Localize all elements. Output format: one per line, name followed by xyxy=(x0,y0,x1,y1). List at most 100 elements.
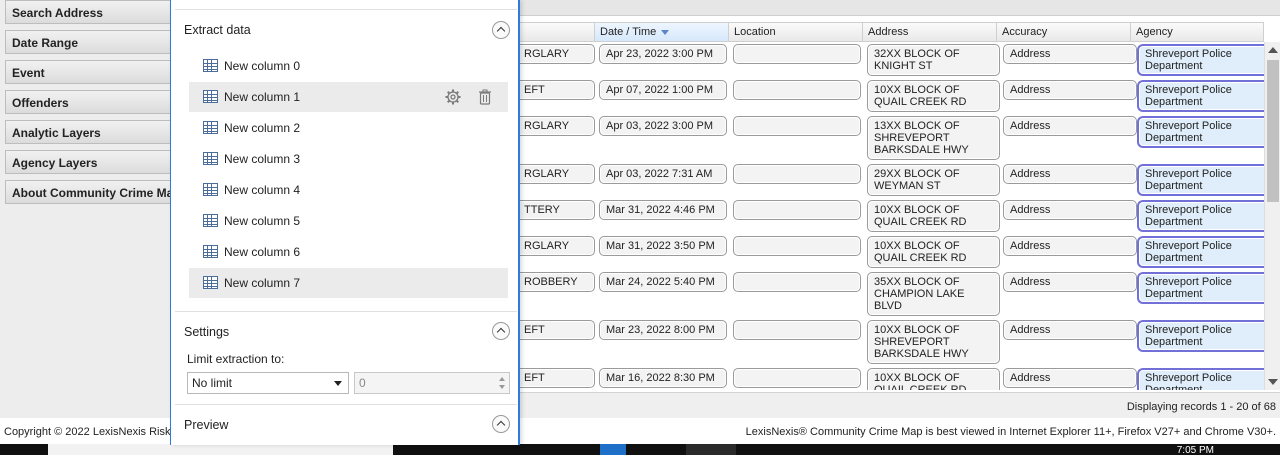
column-header-date-time[interactable]: Date / Time xyxy=(595,22,729,42)
location-cell xyxy=(733,272,861,292)
address-cell: 35XX BLOCK OF CHAMPION LAKE BLVD xyxy=(867,272,1000,316)
table-column-icon xyxy=(203,276,218,289)
table-column-icon xyxy=(203,214,218,227)
accuracy-cell: Address xyxy=(1003,200,1137,220)
taskbar-app-icon[interactable] xyxy=(600,444,626,455)
column-header-address[interactable]: Address xyxy=(863,22,997,42)
column-item-4[interactable]: New column 4 xyxy=(189,175,508,205)
nav-search-address[interactable]: Search Address xyxy=(5,0,180,24)
table-row[interactable]: TTERY Mar 31, 2022 4:46 PM 10XX BLOCK OF… xyxy=(519,198,1264,234)
nav-offenders[interactable]: Offenders xyxy=(5,90,180,114)
date-cell: Mar 31, 2022 3:50 PM xyxy=(599,236,727,256)
accuracy-cell: Address xyxy=(1003,80,1137,100)
agency-cell: Shreveport Police Department xyxy=(1137,272,1264,304)
collapse-extract-button[interactable] xyxy=(492,21,510,39)
address-cell: 32XX BLOCK OF KNIGHT ST xyxy=(867,44,1000,76)
limit-select-value: No limit xyxy=(192,376,233,390)
column-label: New column 7 xyxy=(224,276,301,290)
location-cell xyxy=(733,320,861,340)
taskbar-app-icon[interactable] xyxy=(686,444,736,455)
limit-extraction-label: Limit extraction to: xyxy=(187,352,285,366)
scroll-thumb[interactable] xyxy=(1267,60,1279,202)
date-cell: Apr 23, 2022 3:00 PM xyxy=(599,44,727,64)
location-cell xyxy=(733,164,861,184)
agency-cell: Shreveport Police Department xyxy=(1137,116,1264,148)
taskbar-clock: 7:05 PM xyxy=(1176,445,1214,455)
event-cell: TTERY xyxy=(519,200,595,220)
limit-number-placeholder: 0 xyxy=(359,376,366,390)
table-row[interactable]: ROBBERY Mar 24, 2022 5:40 PM 35XX BLOCK … xyxy=(519,270,1264,318)
table-column-icon xyxy=(203,90,218,103)
date-cell: Apr 03, 2022 3:00 PM xyxy=(599,116,727,136)
column-item-6[interactable]: New column 6 xyxy=(189,237,508,267)
taskbar: 7:05 PM xyxy=(0,444,1280,455)
left-nav: Search Address Date Range Event Offender… xyxy=(0,0,180,418)
gear-icon[interactable] xyxy=(445,89,461,105)
accuracy-cell: Address xyxy=(1003,164,1137,184)
trash-icon[interactable] xyxy=(477,89,493,105)
grid-toolbar xyxy=(519,0,1280,16)
column-header-location[interactable]: Location xyxy=(729,22,863,42)
event-cell: EFT xyxy=(519,320,595,340)
table-row[interactable]: RGLARY Mar 31, 2022 3:50 PM 10XX BLOCK O… xyxy=(519,234,1264,270)
table-row[interactable]: EFT Apr 07, 2022 1:00 PM 10XX BLOCK OF Q… xyxy=(519,78,1264,114)
nav-date-range[interactable]: Date Range xyxy=(5,30,180,54)
table-column-icon xyxy=(203,59,218,72)
column-label: New column 2 xyxy=(224,121,301,135)
location-cell xyxy=(733,236,861,256)
table-row[interactable]: EFT Mar 16, 2022 8:30 PM 10XX BLOCK OF Q… xyxy=(519,366,1264,390)
column-item-0[interactable]: New column 0 xyxy=(189,51,508,81)
event-cell: RGLARY xyxy=(519,236,595,256)
scroll-down-icon[interactable] xyxy=(1268,379,1278,385)
taskbar-search-box[interactable] xyxy=(48,444,393,455)
limit-extraction-select[interactable]: No limit xyxy=(187,372,349,394)
column-header-agency[interactable]: Agency xyxy=(1131,22,1264,42)
column-header-event[interactable] xyxy=(519,22,595,42)
table-row[interactable]: EFT Mar 23, 2022 8:00 PM 10XX BLOCK OF S… xyxy=(519,318,1264,366)
browser-note: LexisNexis® Community Crime Map is best … xyxy=(745,426,1276,438)
location-cell xyxy=(733,368,861,388)
sort-descending-icon xyxy=(661,29,670,35)
collapse-preview-button[interactable] xyxy=(492,415,510,433)
column-item-5[interactable]: New column 5 xyxy=(189,206,508,236)
table-row[interactable]: RGLARY Apr 23, 2022 3:00 PM 32XX BLOCK O… xyxy=(519,42,1264,78)
results-grid: Date / Time Location Address Accuracy Ag… xyxy=(519,0,1280,418)
event-text: RGLARY xyxy=(524,168,570,180)
location-cell xyxy=(733,44,861,64)
column-label: New column 0 xyxy=(224,59,301,73)
column-item-1[interactable]: New column 1 xyxy=(189,82,508,112)
panel-divider xyxy=(175,9,517,10)
column-item-2[interactable]: New column 2 xyxy=(189,113,508,143)
column-item-3[interactable]: New column 3 xyxy=(189,144,508,174)
event-cell: RGLARY xyxy=(519,116,595,136)
agency-cell: Shreveport Police Department xyxy=(1137,236,1264,268)
column-header-accuracy[interactable]: Accuracy xyxy=(997,22,1131,42)
table-column-icon xyxy=(203,183,218,196)
collapse-settings-button[interactable] xyxy=(492,322,510,340)
nav-event[interactable]: Event xyxy=(5,60,180,84)
nav-about[interactable]: About Community Crime Map xyxy=(5,180,180,204)
taskbar-app-icon[interactable] xyxy=(490,444,520,455)
date-cell: Mar 23, 2022 8:00 PM xyxy=(599,320,727,340)
column-item-7[interactable]: New column 7 xyxy=(189,268,508,298)
table-row[interactable]: RGLARY Apr 03, 2022 7:31 AM 29XX BLOCK O… xyxy=(519,162,1264,198)
date-cell: Apr 07, 2022 1:00 PM xyxy=(599,80,727,100)
table-row[interactable]: RGLARY Apr 03, 2022 3:00 PM 13XX BLOCK O… xyxy=(519,114,1264,162)
column-label: New column 4 xyxy=(224,183,301,197)
agency-cell: Shreveport Police Department xyxy=(1137,164,1264,196)
scroll-up-icon[interactable] xyxy=(1268,47,1278,53)
nav-agency-layers[interactable]: Agency Layers xyxy=(5,150,180,174)
preview-title: Preview xyxy=(184,418,229,432)
address-cell: 10XX BLOCK OF QUAIL CREEK RD xyxy=(867,236,1000,268)
event-cell: RGLARY xyxy=(519,44,595,64)
records-count: Displaying records 1 - 20 of 68 xyxy=(1126,401,1276,413)
accuracy-cell: Address xyxy=(1003,368,1137,388)
extract-data-title: Extract data xyxy=(184,23,251,37)
nav-analytic-layers[interactable]: Analytic Layers xyxy=(5,120,180,144)
grid-vertical-scrollbar[interactable] xyxy=(1264,42,1280,390)
date-cell: Mar 31, 2022 4:46 PM xyxy=(599,200,727,220)
agency-cell: Shreveport Police Department xyxy=(1137,44,1264,76)
copyright-text: Copyright © 2022 LexisNexis Risk xyxy=(4,426,171,438)
event-text: RGLARY xyxy=(524,120,570,132)
table-column-icon xyxy=(203,121,218,134)
